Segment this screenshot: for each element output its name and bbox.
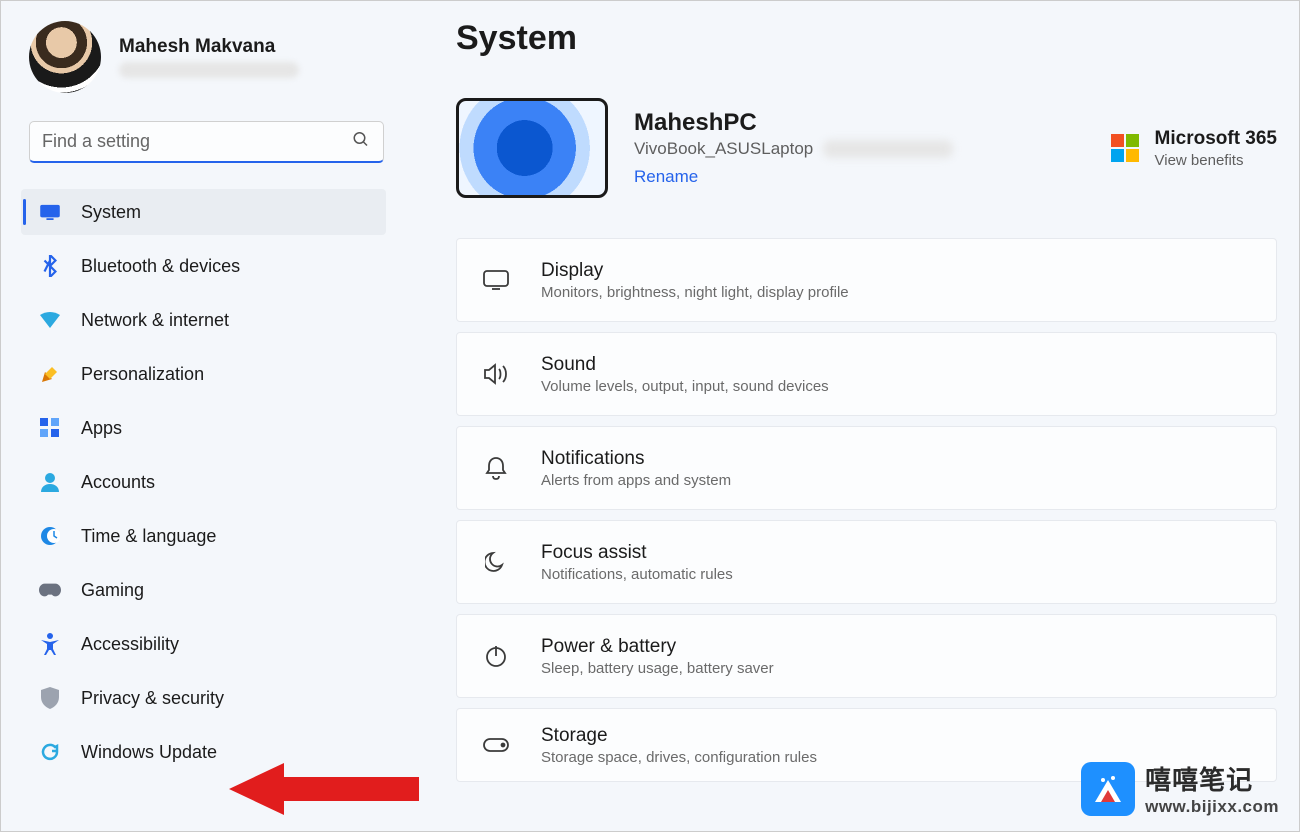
nav-label: Time & language (81, 526, 216, 547)
card-notifications[interactable]: Notifications Alerts from apps and system (456, 426, 1277, 510)
card-title: Notifications (541, 448, 731, 470)
card-display[interactable]: Display Monitors, brightness, night light… (456, 238, 1277, 322)
nav-time[interactable]: Time & language (21, 513, 386, 559)
display-icon (481, 265, 511, 295)
settings-card-list: Display Monitors, brightness, night light… (456, 238, 1277, 782)
card-sub: Volume levels, output, input, sound devi… (541, 378, 829, 395)
card-sound[interactable]: Sound Volume levels, output, input, sound… (456, 332, 1277, 416)
nav-network[interactable]: Network & internet (21, 297, 386, 343)
device-thumbnail[interactable] (456, 98, 608, 198)
accounts-icon (39, 471, 61, 493)
nav-label: Privacy & security (81, 688, 224, 709)
nav-system[interactable]: System (21, 189, 386, 235)
nav-label: Windows Update (81, 742, 217, 763)
device-model-redacted (823, 140, 953, 158)
device-row: MaheshPC VivoBook_ASUSLaptop Rename Micr… (456, 98, 1277, 198)
nav-list: System Bluetooth & devices Network & int… (21, 189, 386, 775)
network-icon (39, 309, 61, 331)
search-icon (352, 131, 370, 154)
nav-label: Accessibility (81, 634, 179, 655)
card-storage[interactable]: Storage Storage space, drives, configurat… (456, 708, 1277, 782)
sound-icon (481, 359, 511, 389)
card-power[interactable]: Power & battery Sleep, battery usage, bat… (456, 614, 1277, 698)
nav-label: Apps (81, 418, 122, 439)
nav-personalization[interactable]: Personalization (21, 351, 386, 397)
apps-icon (39, 417, 61, 439)
nav-label: Personalization (81, 364, 204, 385)
nav-gaming[interactable]: Gaming (21, 567, 386, 613)
privacy-icon (39, 687, 61, 709)
profile-name: Mahesh Makvana (119, 36, 299, 58)
card-title: Storage (541, 725, 817, 747)
nav-accessibility[interactable]: Accessibility (21, 621, 386, 667)
promo-title: Microsoft 365 (1155, 128, 1277, 150)
main-content: System MaheshPC VivoBook_ASUSLaptop Rena… (396, 1, 1299, 831)
nav-accounts[interactable]: Accounts (21, 459, 386, 505)
accessibility-icon (39, 633, 61, 655)
search-input[interactable] (29, 121, 384, 163)
focus-icon (481, 547, 511, 577)
rename-link[interactable]: Rename (634, 167, 698, 187)
card-sub: Storage space, drives, configuration rul… (541, 749, 817, 766)
personalization-icon (39, 363, 61, 385)
gaming-icon (39, 579, 61, 601)
card-title: Focus assist (541, 542, 733, 564)
profile-section[interactable]: Mahesh Makvana (21, 21, 386, 93)
card-sub: Monitors, brightness, night light, displ… (541, 284, 849, 301)
card-title: Power & battery (541, 636, 774, 658)
page-title: System (456, 19, 1277, 58)
search-container (29, 121, 384, 163)
nav-privacy[interactable]: Privacy & security (21, 675, 386, 721)
avatar (29, 21, 101, 93)
profile-email-redacted (119, 62, 299, 78)
update-icon (39, 741, 61, 763)
card-sub: Alerts from apps and system (541, 472, 731, 489)
nav-label: Accounts (81, 472, 155, 493)
nav-label: Network & internet (81, 310, 229, 331)
system-icon (39, 201, 61, 223)
notifications-icon (481, 453, 511, 483)
sidebar: Mahesh Makvana System Bluetooth & device… (1, 1, 396, 831)
time-icon (39, 525, 61, 547)
bluetooth-icon (39, 255, 61, 277)
card-title: Sound (541, 354, 829, 376)
nav-apps[interactable]: Apps (21, 405, 386, 451)
promo-sub: View benefits (1155, 152, 1277, 169)
nav-label: Gaming (81, 580, 144, 601)
microsoft-365-promo[interactable]: Microsoft 365 View benefits (1111, 128, 1277, 169)
storage-icon (481, 730, 511, 760)
card-sub: Sleep, battery usage, battery saver (541, 660, 774, 677)
nav-label: Bluetooth & devices (81, 256, 240, 277)
nav-bluetooth[interactable]: Bluetooth & devices (21, 243, 386, 289)
card-title: Display (541, 260, 849, 282)
card-sub: Notifications, automatic rules (541, 566, 733, 583)
power-icon (481, 641, 511, 671)
card-focus-assist[interactable]: Focus assist Notifications, automatic rul… (456, 520, 1277, 604)
device-name: MaheshPC (634, 109, 1085, 137)
microsoft-logo-icon (1111, 134, 1139, 162)
device-model: VivoBook_ASUSLaptop (634, 139, 813, 159)
nav-windows-update[interactable]: Windows Update (21, 729, 386, 775)
nav-label: System (81, 202, 141, 223)
